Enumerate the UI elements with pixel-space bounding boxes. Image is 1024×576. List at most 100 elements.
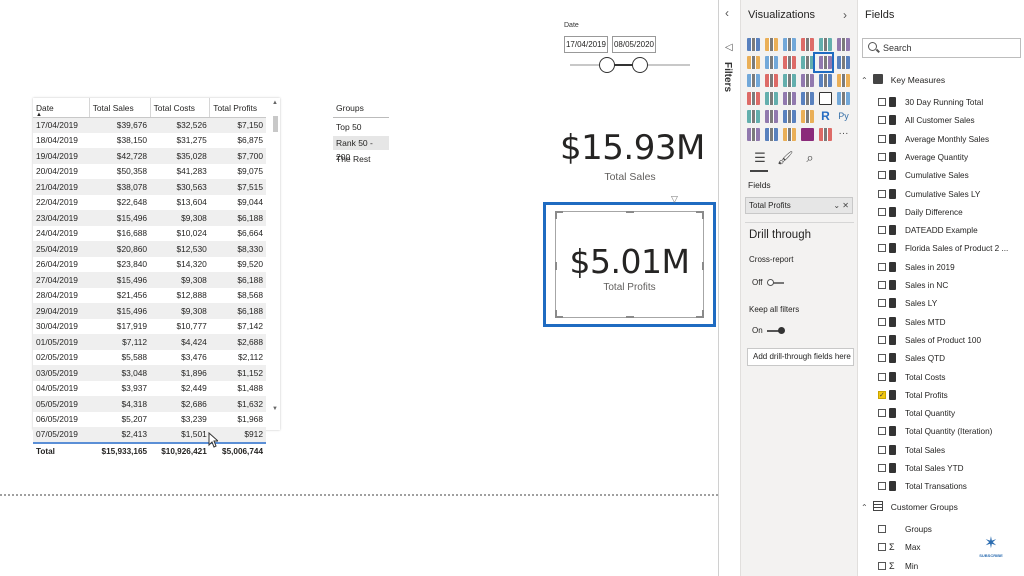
field-checkbox[interactable] — [878, 354, 886, 363]
measure-field-item[interactable]: Sales of Product 100 — [878, 332, 981, 349]
fields-tab-icon[interactable]: ☰ — [752, 150, 768, 166]
subscribe-badge[interactable]: ✶ SUBSCRIBE — [978, 535, 1004, 567]
slicer-icon[interactable] — [765, 110, 778, 123]
field-checkbox[interactable] — [878, 335, 886, 344]
measure-field-item[interactable]: Total Profits — [878, 387, 948, 404]
resize-handle-br-v[interactable] — [702, 310, 704, 318]
chevron-left-icon[interactable]: ‹ — [725, 6, 729, 20]
measure-field-item[interactable]: All Customer Sales — [878, 112, 975, 129]
table-row[interactable]: 26/04/2019 $23,840 $14,320 $9,520 — [33, 256, 266, 272]
field-checkbox[interactable] — [878, 387, 886, 404]
measure-field-item[interactable]: Total Sales YTD — [878, 460, 964, 477]
python-visual-icon[interactable]: Py — [837, 110, 850, 123]
measure-field-item[interactable]: 30 Day Running Total — [878, 94, 983, 111]
scatter-icon[interactable] — [783, 74, 796, 87]
filters-pane-collapsed[interactable]: ‹ ◁ Filters — [718, 0, 740, 576]
table-row[interactable]: 17/04/2019 $39,676 $32,526 $7,150 — [33, 117, 266, 133]
clustered-column-icon[interactable] — [801, 38, 814, 51]
field-checkbox[interactable] — [878, 543, 886, 552]
groups-slicer-item[interactable]: Top 50 — [333, 120, 389, 134]
pie-chart-icon[interactable] — [801, 74, 814, 87]
column-header[interactable]: Total Sales — [89, 98, 151, 118]
format-paint-roller-icon[interactable]: 🖌 — [777, 150, 794, 166]
table-row[interactable]: 27/04/2019 $15,496 $9,308 $6,188 — [33, 272, 266, 288]
filters-expand-icon[interactable]: ◁ — [725, 42, 733, 53]
field-checkbox[interactable] — [878, 207, 886, 216]
field-checkbox[interactable] — [878, 189, 886, 198]
waterfall-icon[interactable] — [747, 74, 760, 87]
field-checkbox[interactable] — [878, 445, 886, 454]
chevron-right-icon[interactable]: › — [843, 8, 847, 22]
total-profits-card[interactable]: $5.01M Total Profits — [555, 211, 704, 318]
table-row[interactable]: 03/05/2019 $3,048 $1,896 $1,152 — [33, 365, 266, 381]
matrix-icon[interactable] — [801, 110, 814, 123]
visual-filter-funnel-icon[interactable]: ▽ — [671, 194, 678, 205]
treemap-icon[interactable] — [837, 74, 850, 87]
table-scrollbar[interactable]: ▲ ▼ — [272, 98, 280, 418]
multi-row-card-icon[interactable] — [837, 92, 850, 105]
resize-handle-bottom[interactable] — [626, 316, 634, 318]
table-row[interactable]: 04/05/2019 $3,937 $2,449 $1,488 — [33, 380, 266, 396]
date-slider-end-handle[interactable] — [632, 57, 648, 73]
table-row[interactable]: 07/05/2019 $2,413 $1,501 $912 — [33, 427, 266, 443]
measure-field-item[interactable]: Sales in 2019 — [878, 259, 955, 276]
collapse-chevron-icon[interactable]: ⌃ — [861, 500, 871, 516]
column-header[interactable]: Total Profits — [209, 98, 266, 118]
field-checkbox[interactable] — [878, 427, 886, 436]
table-row[interactable]: 30/04/2019 $17,919 $10,777 $7,142 — [33, 318, 266, 334]
table-row[interactable]: 20/04/2019 $50,358 $41,283 $9,075 — [33, 163, 266, 179]
date-slider-start-handle[interactable] — [599, 57, 615, 73]
table-row[interactable]: 22/04/2019 $22,648 $13,604 $9,044 — [33, 194, 266, 210]
funnel-icon[interactable] — [765, 74, 778, 87]
resize-handle-bl-v[interactable] — [555, 310, 557, 318]
measure-field-item[interactable]: Daily Difference — [878, 204, 963, 221]
groups-slicer[interactable]: Groups Top 50 Rank 50 - 200 The Rest — [333, 100, 389, 166]
filters-label[interactable]: Filters — [722, 62, 733, 92]
smart-narrative-icon[interactable] — [801, 128, 814, 141]
groups-slicer-item[interactable]: Rank 50 - 200 — [333, 136, 389, 162]
resize-handle-right[interactable] — [702, 262, 704, 270]
field-checkbox[interactable] — [878, 134, 886, 143]
field-checkbox[interactable] — [878, 372, 886, 381]
resize-handle-left[interactable] — [555, 262, 557, 270]
well-dropdown-close-icon[interactable]: ⌄ ✕ — [833, 198, 849, 213]
column-header[interactable]: Date ▲ — [33, 98, 90, 118]
custom-visual-icon[interactable] — [819, 128, 832, 141]
field-checkbox[interactable] — [878, 152, 886, 161]
field-checkbox[interactable] — [878, 98, 886, 106]
field-checkbox[interactable] — [878, 464, 886, 472]
fields-search-input[interactable]: Search — [862, 38, 1021, 58]
r-visual-icon[interactable]: R — [819, 110, 832, 123]
date-slicer[interactable]: Date 17/04/2019 08/05/2020 — [562, 20, 692, 80]
field-checkbox[interactable] — [878, 409, 886, 418]
measure-field-item[interactable]: Average Monthly Sales — [878, 131, 989, 148]
field-checkbox[interactable] — [878, 299, 886, 308]
table-row[interactable]: 02/05/2019 $5,588 $3,476 $2,112 — [33, 349, 266, 365]
date-start-input[interactable]: 17/04/2019 — [564, 36, 608, 53]
shape-map-icon[interactable] — [783, 92, 796, 105]
key-influencers-icon[interactable] — [747, 128, 760, 141]
measure-field-item[interactable]: Cumulative Sales LY — [878, 186, 980, 203]
resize-handle-tl-v[interactable] — [555, 211, 557, 219]
donut-chart-icon[interactable] — [819, 74, 832, 87]
field-checkbox[interactable] — [878, 262, 886, 271]
measure-field-item[interactable]: Cumulative Sales — [878, 167, 969, 184]
measure-field-item[interactable]: Total Quantity — [878, 405, 955, 422]
field-checkbox[interactable] — [878, 482, 886, 491]
measure-field-item[interactable]: Sales QTD — [878, 350, 945, 367]
field-checkbox[interactable] — [878, 244, 886, 253]
clustered-bar-icon[interactable] — [783, 38, 796, 51]
map-icon[interactable] — [747, 92, 760, 105]
groups-slicer-item[interactable]: The Rest — [333, 152, 389, 166]
analytics-magnifier-icon[interactable]: ⌕ — [802, 150, 818, 166]
field-checkbox[interactable] — [878, 281, 886, 289]
measure-field-item[interactable]: Average Quantity — [878, 149, 968, 166]
table-row[interactable]: 25/04/2019 $20,860 $12,530 $8,330 — [33, 241, 266, 257]
fields-well-item[interactable]: Total Profits ⌄ ✕ — [745, 197, 853, 214]
key-measures-table[interactable]: ⌃ Key Measures — [861, 72, 945, 88]
table-row[interactable]: 21/04/2019 $38,078 $30,563 $7,515 — [33, 179, 266, 195]
kpi-icon[interactable] — [747, 110, 760, 123]
resize-handle-tr-v[interactable] — [702, 211, 704, 219]
gauge-icon[interactable] — [801, 92, 814, 105]
measure-field-item[interactable]: Total Sales — [878, 442, 945, 459]
